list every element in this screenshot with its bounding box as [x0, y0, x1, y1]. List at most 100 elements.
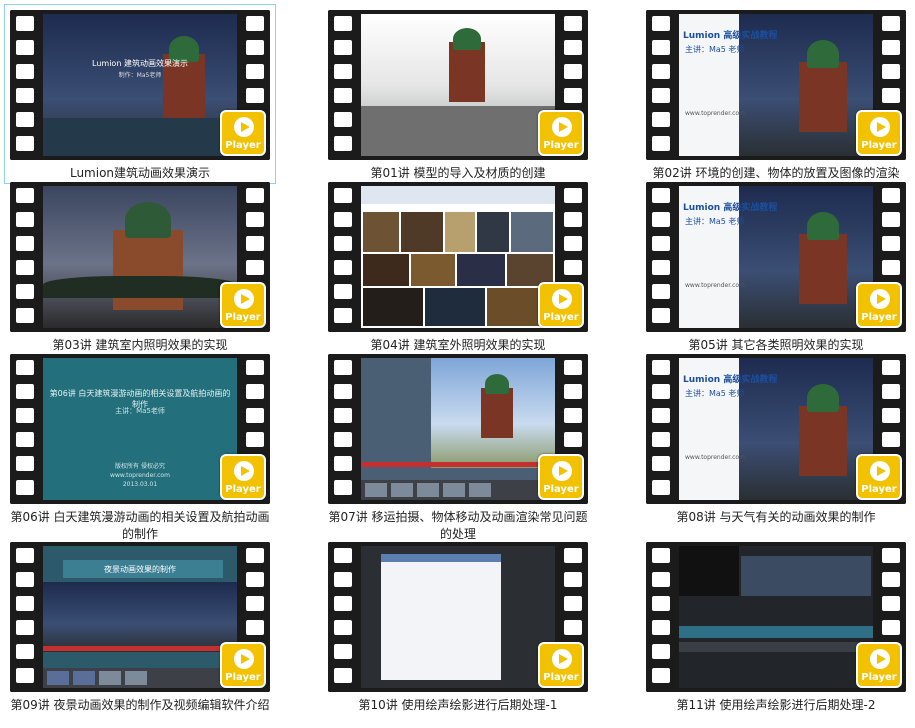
film-hole [564, 40, 582, 55]
player-button[interactable]: Player [220, 454, 266, 500]
video-card[interactable]: Player 第04讲 建筑室外照明效果的实现 [323, 177, 593, 355]
player-button[interactable]: Player [220, 282, 266, 328]
video-thumbnail[interactable]: Lumion 高级实战教程 主讲：Ma5 老师 www.toprender.co… [646, 10, 906, 160]
video-frame: Lumion 高级实战教程 主讲：Ma5 老师 www.toprender.co… [679, 186, 873, 328]
video-thumbnail[interactable]: Lumion 高级实战教程 主讲：Ma5 老师 www.toprender.co… [646, 354, 906, 504]
video-title[interactable]: 第09讲 夜景动画效果的制作及视频编辑软件介绍 [5, 697, 275, 714]
player-button[interactable]: Player [538, 454, 584, 500]
film-hole [246, 40, 264, 55]
player-label: Player [861, 672, 897, 683]
screen-title: Lumion 建筑动画效果演示 [92, 59, 188, 68]
player-button[interactable]: Player [856, 110, 902, 156]
player-button[interactable]: Player [220, 642, 266, 688]
player-button[interactable]: Player [538, 282, 584, 328]
video-thumbnail[interactable]: Player [328, 354, 588, 504]
player-button[interactable]: Player [538, 110, 584, 156]
video-card[interactable]: Lumion 高级实战教程 主讲：Ma5 老师 www.toprender.co… [641, 177, 911, 355]
video-card[interactable]: Player 第01讲 模型的导入及材质的创建 [323, 5, 593, 183]
video-thumbnail[interactable]: Player [328, 542, 588, 692]
video-card[interactable]: Lumion 高级实战教程 主讲：Ma5 老师 www.toprender.co… [641, 349, 911, 545]
film-hole [16, 456, 34, 471]
film-hole [246, 572, 264, 587]
film-hole [334, 408, 352, 423]
film-hole [334, 548, 352, 563]
banner-url: www.toprender.com [685, 454, 745, 461]
film-perforation [10, 10, 40, 160]
video-thumbnail[interactable]: Player [10, 182, 270, 332]
video-card[interactable]: Lumion 建筑动画效果演示 制作：Ma5老师 Player Lumion建筑… [4, 4, 276, 184]
video-thumbnail[interactable]: Player [328, 10, 588, 160]
film-hole [652, 456, 670, 471]
video-thumbnail[interactable]: Player [328, 182, 588, 332]
film-hole [246, 212, 264, 227]
video-card[interactable]: Player 第11讲 使用绘声绘影进行后期处理-2 [641, 537, 911, 722]
film-hole [16, 668, 34, 683]
video-frame [361, 186, 555, 328]
video-frame [361, 14, 555, 156]
film-hole [334, 644, 352, 659]
film-hole [564, 548, 582, 563]
film-hole [16, 308, 34, 323]
video-thumbnail[interactable]: Lumion 高级实战教程 主讲：Ma5 老师 www.toprender.co… [646, 182, 906, 332]
player-label: Player [543, 484, 579, 495]
player-button[interactable]: Player [538, 642, 584, 688]
film-hole [564, 620, 582, 635]
video-thumbnail[interactable]: 第06讲 白天建筑漫游动画的相关设置及航拍动画的制作 主讲：Ma5老师 版权所有… [10, 354, 270, 504]
film-hole [652, 16, 670, 31]
video-thumbnail[interactable]: Player [646, 542, 906, 692]
film-hole [16, 644, 34, 659]
player-label: Player [543, 140, 579, 151]
film-hole [16, 16, 34, 31]
film-hole [652, 620, 670, 635]
film-hole [652, 308, 670, 323]
film-hole [652, 572, 670, 587]
film-hole [16, 112, 34, 127]
player-button[interactable]: Player [220, 110, 266, 156]
film-hole [16, 384, 34, 399]
film-hole [246, 188, 264, 203]
video-thumbnail[interactable]: 夜景动画效果的制作 Player [10, 542, 270, 692]
player-label: Player [543, 312, 579, 323]
film-hole [652, 64, 670, 79]
film-hole [334, 40, 352, 55]
player-label: Player [225, 484, 261, 495]
film-hole [564, 572, 582, 587]
film-hole [334, 16, 352, 31]
player-button[interactable]: Player [856, 282, 902, 328]
film-hole [16, 40, 34, 55]
video-thumbnail[interactable]: Lumion 建筑动画效果演示 制作：Ma5老师 Player [10, 10, 270, 160]
video-card[interactable]: Player 第03讲 建筑室内照明效果的实现 [5, 177, 275, 355]
film-hole [652, 260, 670, 275]
film-hole [882, 64, 900, 79]
player-button[interactable]: Player [856, 454, 902, 500]
video-frame: Lumion 建筑动画效果演示 制作：Ma5老师 [43, 14, 237, 156]
video-title[interactable]: 第11讲 使用绘声绘影进行后期处理-2 [641, 697, 911, 714]
film-hole [16, 188, 34, 203]
film-hole [652, 432, 670, 447]
film-hole [882, 408, 900, 423]
film-hole [652, 88, 670, 103]
film-hole [652, 360, 670, 375]
film-hole [246, 260, 264, 275]
video-title[interactable]: 第08讲 与天气有关的动画效果的制作 [641, 509, 911, 526]
player-button[interactable]: Player [856, 642, 902, 688]
player-label: Player [225, 140, 261, 151]
film-hole [652, 668, 670, 683]
banner-url: www.toprender.com [685, 110, 745, 117]
film-hole [334, 136, 352, 151]
video-card[interactable]: Lumion 高级实战教程 主讲：Ma5 老师 www.toprender.co… [641, 5, 911, 183]
film-hole [882, 596, 900, 611]
banner-title: Lumion 高级实战教程 [683, 203, 778, 213]
video-card[interactable]: 夜景动画效果的制作 Player 第09讲 夜景动画效果的制作及视频编辑软件介绍 [5, 537, 275, 722]
video-title[interactable]: 第10讲 使用绘声绘影进行后期处理-1 [323, 697, 593, 714]
film-hole [564, 596, 582, 611]
player-label: Player [225, 672, 261, 683]
video-card[interactable]: Player 第10讲 使用绘声绘影进行后期处理-1 [323, 537, 593, 722]
film-hole [334, 480, 352, 495]
film-hole [652, 112, 670, 127]
film-hole [334, 668, 352, 683]
video-card[interactable]: Player 第07讲 移运拍摄、物体移动及动画渲染常见问题的处理 [323, 349, 593, 545]
video-card[interactable]: 第06讲 白天建筑漫游动画的相关设置及航拍动画的制作 主讲：Ma5老师 版权所有… [5, 349, 275, 545]
film-hole [652, 644, 670, 659]
film-hole [334, 284, 352, 299]
